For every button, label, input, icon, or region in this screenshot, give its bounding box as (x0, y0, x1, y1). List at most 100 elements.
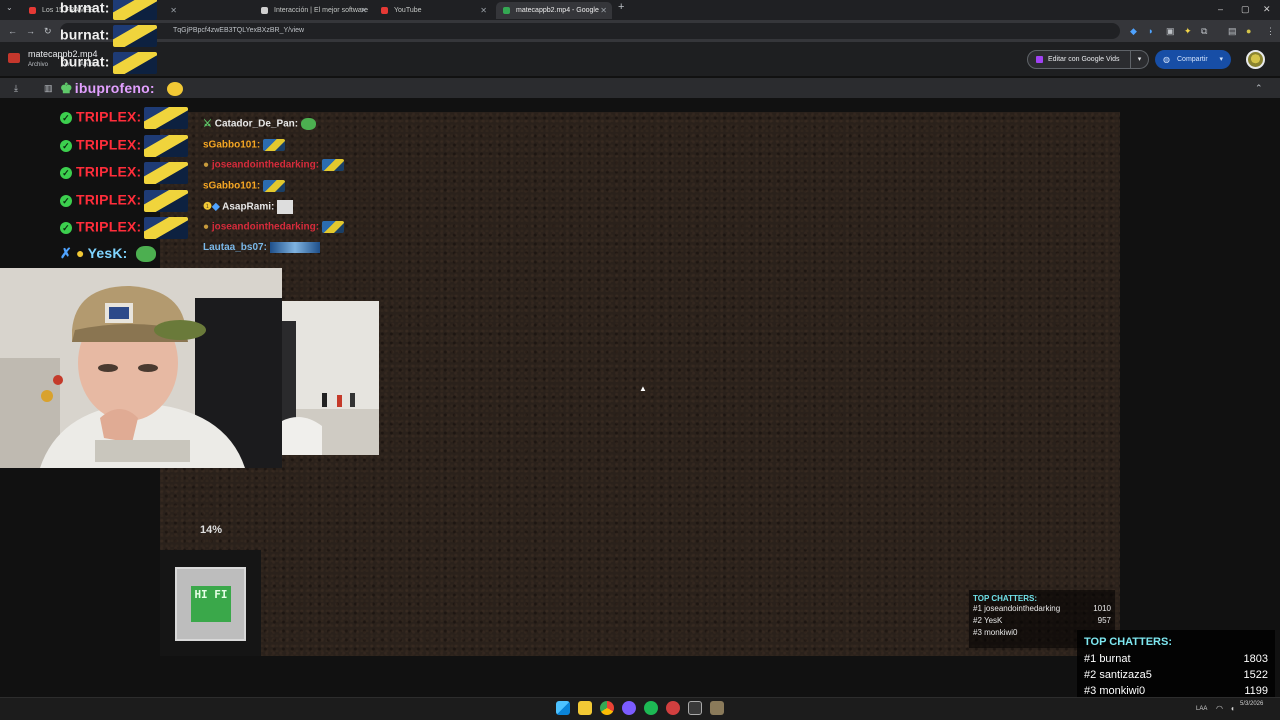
badge-icon: ♚ (60, 80, 73, 96)
tab-search-icon[interactable]: ⌄ (6, 0, 13, 19)
rank: #1 (973, 604, 982, 613)
spotify-icon[interactable] (644, 701, 658, 715)
wifi-icon[interactable]: ◠ (1216, 704, 1223, 713)
extensions-puzzle-icon[interactable]: ⧉ (1201, 20, 1207, 42)
chatter-name: monkiwi0 (1099, 685, 1146, 697)
edit-button-label: Editar con Google Vids (1048, 56, 1120, 63)
tab-interaccion[interactable]: Interacción | El mejor software ✕ (254, 2, 372, 19)
maximize-button[interactable]: ▢ (1241, 4, 1250, 15)
chat-username: YesK: (87, 245, 128, 261)
top-chatters-title: TOP CHATTERS: (1084, 636, 1173, 648)
forward-icon[interactable]: → (26, 20, 35, 42)
chat-line: ● joseandointhedarking: (203, 221, 345, 233)
extension-icon[interactable]: ◆ (1130, 20, 1137, 42)
badge-icon: ● (203, 159, 210, 171)
chat-username: joseandointhedarking: (211, 221, 320, 233)
taxi-emote (144, 217, 189, 239)
app-icon[interactable] (666, 701, 680, 715)
chrome-icon[interactable] (600, 701, 614, 715)
close-window-button[interactable]: ✕ (1263, 4, 1271, 15)
details-icon[interactable]: ▥ (44, 77, 53, 99)
rank: #2 (1084, 669, 1097, 681)
badge-icon: ● (203, 221, 210, 233)
emote (277, 200, 294, 214)
taxi-emote (144, 135, 189, 157)
chatter-count: 957 (1097, 616, 1111, 625)
download-icon[interactable]: ⤓ (14, 77, 18, 99)
taxi-emote (263, 139, 286, 151)
youtube-icon (29, 7, 36, 14)
chat-line: ♚ ibuprofeno: (60, 80, 183, 97)
cursor-icon: ▲ (639, 384, 647, 393)
chatter-count: 1010 (1093, 604, 1111, 613)
minecraft-icon[interactable] (710, 701, 724, 715)
chevron-down-icon: ▾ (1219, 56, 1223, 63)
close-tab-icon[interactable]: ✕ (170, 2, 177, 19)
badge-icon: ❶ (203, 201, 212, 213)
tab-title: matecappb2.mp4 - Google (516, 7, 599, 14)
chevron-up-icon[interactable]: ⌃ (1255, 77, 1263, 99)
avatar[interactable] (1246, 50, 1265, 69)
rank: #1 (1084, 653, 1097, 665)
chat-line: sGabbo101: (203, 180, 286, 192)
menu-icon[interactable]: ⋮ (1266, 20, 1275, 42)
tab-title: YouTube (394, 7, 422, 14)
edit-with-vids-button[interactable]: Editar con Google Vids (1027, 50, 1131, 69)
emoji-emote (166, 82, 183, 97)
chat-username: ibuprofeno: (74, 80, 155, 96)
close-tab-icon[interactable]: ✕ (480, 2, 487, 19)
chat-line: sGabbo101: (203, 139, 286, 151)
clock[interactable]: 5/3/2026 (1240, 700, 1263, 708)
chat-line: ✓ TRIPLEX: (60, 135, 189, 157)
chat-line: ✓ TRIPLEX: (60, 217, 189, 239)
verified-icon: ✓ (60, 222, 72, 234)
chat-username: TRIPLEX: (76, 163, 142, 180)
rank: #3 (973, 628, 982, 637)
epic-games-icon[interactable] (688, 701, 702, 715)
globe-icon: ◍ (1163, 55, 1170, 64)
video-file-icon (8, 53, 20, 63)
language-indicator[interactable]: LAA (1196, 706, 1207, 712)
minimize-button[interactable]: – (1218, 4, 1223, 14)
close-tab-icon[interactable]: ✕ (600, 2, 607, 19)
app-icon[interactable] (622, 701, 636, 715)
taxi-emote (112, 25, 157, 47)
tab-youtube[interactable]: YouTube ✕ (374, 2, 492, 19)
chat-username: sGabbo101: (203, 180, 261, 192)
taxi-emote (322, 221, 345, 233)
chatter-name: santizaza5 (1099, 669, 1152, 681)
taxi-emote (144, 190, 189, 212)
chatter-count: 1803 (1243, 653, 1268, 665)
rank: #2 (973, 616, 982, 625)
extension-icon[interactable]: ◗ (1148, 20, 1153, 42)
car-emote (269, 242, 320, 253)
chat-line: ✓ TRIPLEX: (60, 190, 189, 212)
chatter-name: YesK (983, 616, 1003, 625)
new-tab-button[interactable]: + (618, 0, 624, 18)
sidebar-icon[interactable]: ▤ (1228, 20, 1237, 42)
extension-icon[interactable]: ▣ (1166, 20, 1175, 42)
menu-archivo[interactable]: Archivo (28, 62, 48, 68)
chat-username: burnat: (60, 53, 110, 70)
tab-title: Interacción | El mejor software (274, 7, 369, 14)
chat-line: burnat: (60, 0, 157, 20)
share-button[interactable]: ◍ Compartir ▾ (1155, 50, 1231, 69)
close-tab-icon[interactable]: ✕ (360, 2, 367, 19)
start-icon[interactable] (556, 701, 570, 715)
extension-icon[interactable]: ✦ (1184, 20, 1192, 42)
url-input[interactable]: TqGjPBpcf4zwEB3TQLYexBXzBR_Y/view (60, 23, 1120, 39)
webcam-feed (0, 268, 282, 468)
taskbar (0, 697, 1280, 720)
file-explorer-icon[interactable] (578, 701, 592, 715)
taxi-emote (263, 180, 286, 192)
volume-icon[interactable]: ◖ (1230, 704, 1235, 713)
frog-emote (135, 246, 156, 263)
taxi-emote (144, 107, 189, 129)
tab-matecapp[interactable]: matecappb2.mp4 - Google ✕ (496, 2, 612, 19)
back-icon[interactable]: ← (8, 20, 17, 42)
chat-username: AsapRami: (222, 201, 275, 213)
streamer-image (0, 268, 282, 468)
chat-line: ✗ ● YesK: (60, 245, 156, 263)
reload-icon[interactable]: ↻ (44, 20, 52, 42)
profile-icon[interactable]: ● (1246, 20, 1251, 42)
